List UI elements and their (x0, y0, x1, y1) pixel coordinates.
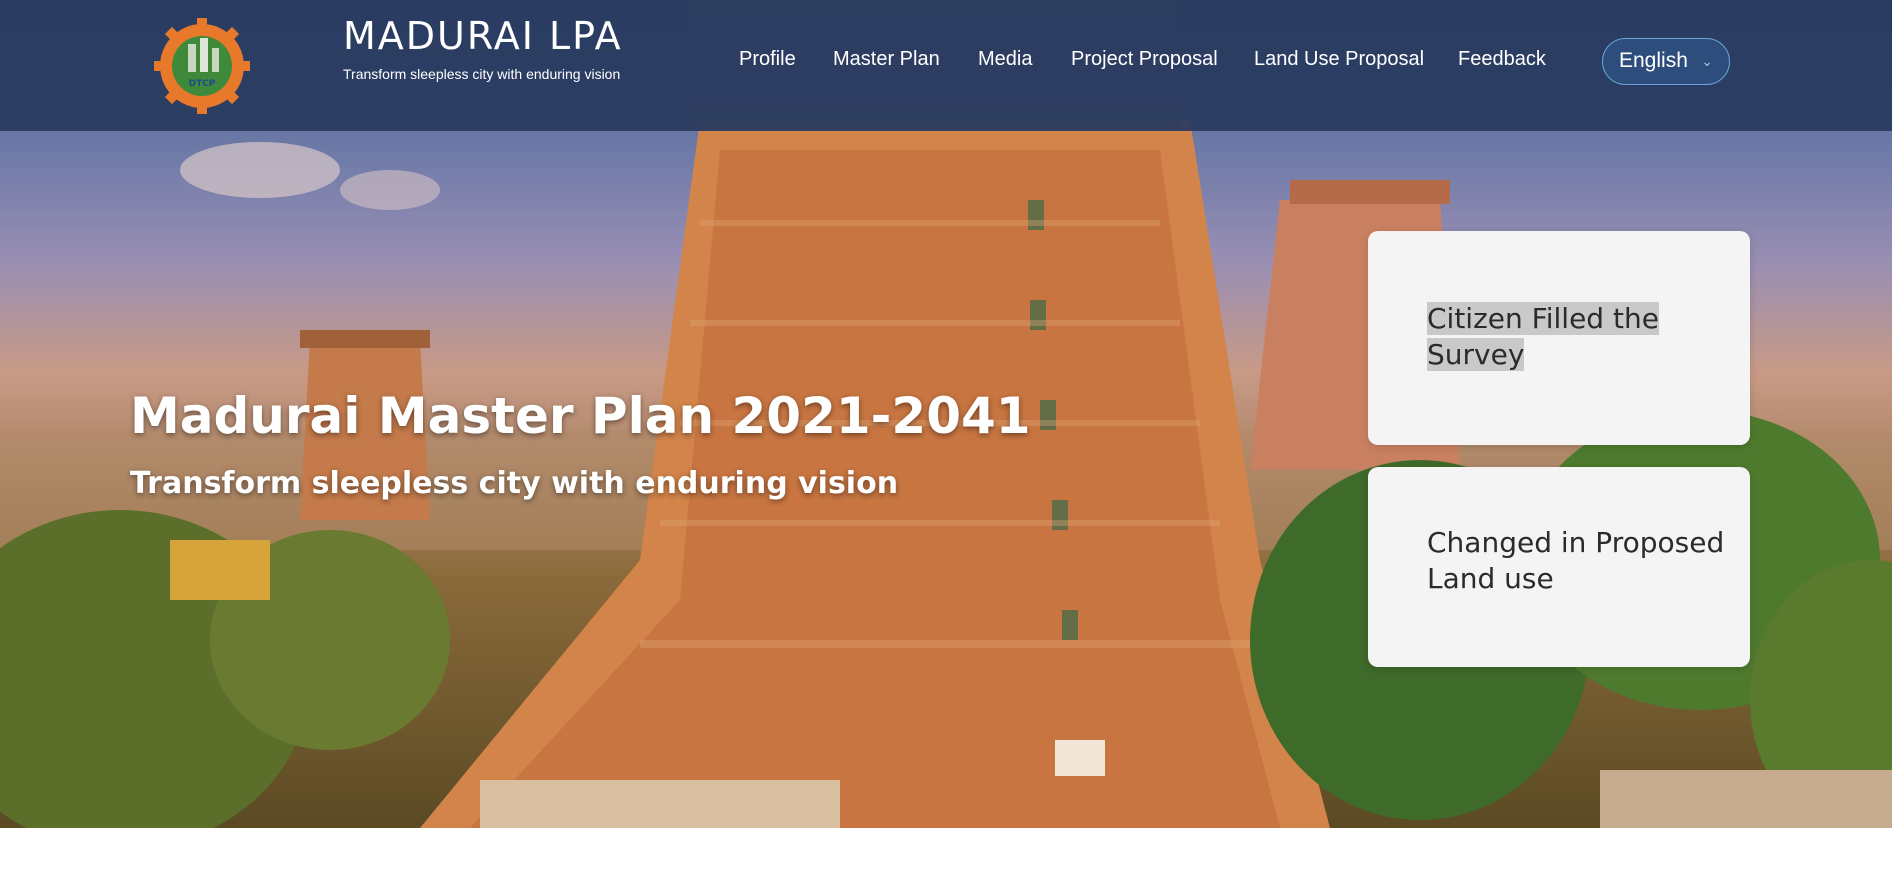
logo-text: DTCP (189, 79, 216, 89)
land-use-stat-card[interactable]: Changed in Proposed Land use (1368, 467, 1750, 667)
nav-item-feedback[interactable]: Feedback (1458, 48, 1546, 71)
nav-item-master-plan[interactable]: Master Plan (833, 48, 940, 71)
nav-item-media[interactable]: Media (978, 48, 1032, 71)
site-header: DTCP MADURAI LPA Transform sleepless cit… (0, 0, 1892, 131)
language-selected-value: English (1619, 49, 1688, 72)
nav-item-land-use-proposal[interactable]: Land Use Proposal (1254, 48, 1424, 71)
nav-item-profile[interactable]: Profile (739, 48, 796, 71)
site-tagline: Transform sleepless city with enduring v… (343, 66, 621, 82)
page-content-start (0, 828, 1892, 888)
chevron-down-icon: ⌄ (1701, 53, 1713, 69)
dtcp-logo-icon[interactable]: DTCP (152, 14, 252, 114)
language-select[interactable]: English ⌄ (1602, 38, 1730, 85)
survey-card-label: Citizen Filled the Survey (1427, 302, 1659, 371)
hero-subtitle: Transform sleepless city with enduring v… (130, 466, 899, 501)
survey-stat-card[interactable]: Citizen Filled the Survey (1368, 231, 1750, 445)
land-use-card-label: Changed in Proposed Land use (1427, 526, 1725, 595)
site-title: MADURAI LPA (343, 14, 623, 58)
nav-item-project-proposal[interactable]: Project Proposal (1071, 48, 1218, 71)
hero-title: Madurai Master Plan 2021-2041 (130, 387, 1031, 445)
